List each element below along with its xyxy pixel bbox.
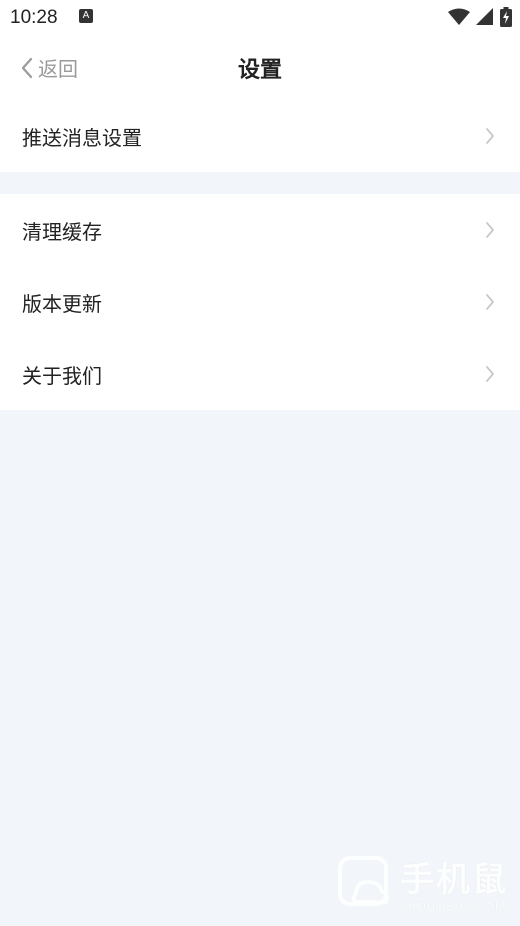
settings-group-push: 推送消息设置 — [0, 100, 520, 172]
about-us-row[interactable]: 关于我们 — [0, 338, 520, 410]
row-label: 版本更新 — [22, 291, 102, 316]
settings-group-general: 清理缓存 版本更新 关于我们 — [0, 194, 520, 410]
battery-icon — [500, 7, 512, 27]
notification-icon: A — [79, 9, 93, 23]
wifi-icon — [448, 8, 470, 25]
watermark-text-en: SHOUJISHU.COM — [400, 901, 506, 913]
status-icons — [448, 7, 512, 27]
page-title: 设置 — [237, 58, 282, 83]
chevron-right-icon — [486, 366, 494, 382]
status-time: 10:28 — [10, 7, 58, 28]
watermark: 手机鼠 SHOUJISHU.COM — [336, 852, 508, 913]
status-bar: 10:28 A — [0, 0, 520, 34]
push-settings-row[interactable]: 推送消息设置 — [0, 100, 520, 172]
chevron-right-icon — [486, 128, 494, 144]
nav-bar: 返回 设置 — [0, 34, 520, 100]
watermark-logo-icon — [338, 855, 390, 906]
chevron-right-icon — [486, 222, 494, 238]
group-divider — [0, 172, 520, 194]
row-label: 推送消息设置 — [22, 125, 142, 150]
clear-cache-row[interactable]: 清理缓存 — [0, 194, 520, 266]
row-label: 关于我们 — [22, 363, 102, 388]
version-update-row[interactable]: 版本更新 — [0, 266, 520, 338]
row-label: 清理缓存 — [22, 219, 102, 244]
chevron-right-icon — [486, 294, 494, 310]
signal-icon — [476, 8, 493, 25]
watermark-text-cn: 手机鼠 — [400, 860, 508, 900]
